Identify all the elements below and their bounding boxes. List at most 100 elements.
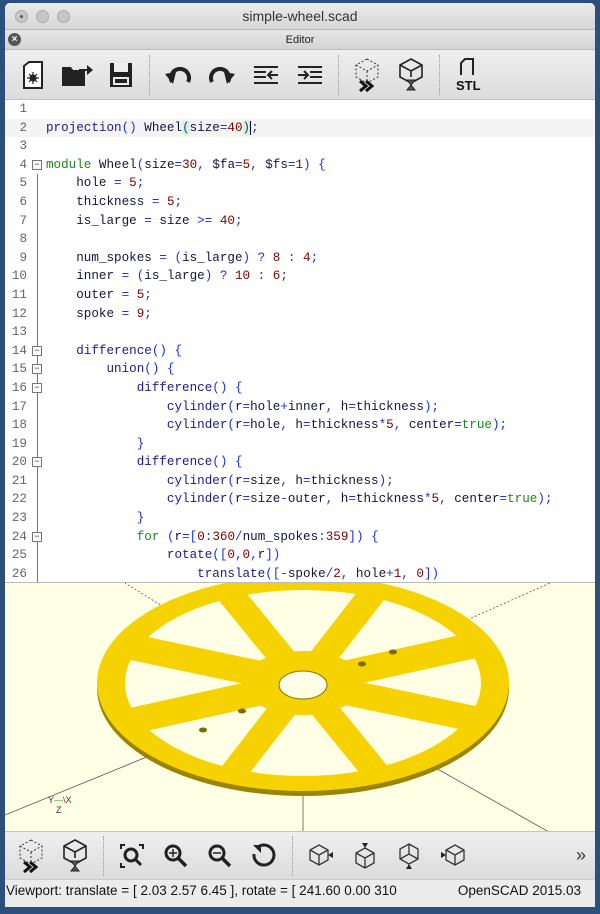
view-left-button[interactable] bbox=[431, 836, 475, 876]
code-line[interactable]: 14− difference() { bbox=[5, 341, 595, 361]
view-toolbar: » bbox=[5, 831, 595, 879]
code-line[interactable]: 1 bbox=[5, 100, 595, 119]
line-number: 3 bbox=[19, 139, 27, 154]
code-line[interactable]: 11 outer = 5; bbox=[5, 285, 595, 305]
unindent-button[interactable] bbox=[244, 55, 288, 95]
toolbar-separator bbox=[338, 54, 339, 95]
code-line[interactable]: 12 spoke = 9; bbox=[5, 304, 595, 324]
view-bottom-button[interactable] bbox=[387, 836, 431, 876]
code-text: difference() { bbox=[136, 380, 243, 395]
fold-toggle-icon[interactable]: − bbox=[32, 345, 42, 356]
view-top-button[interactable] bbox=[343, 836, 387, 876]
zoom-out-button[interactable] bbox=[198, 836, 242, 876]
line-number: 22 bbox=[11, 492, 27, 507]
new-file-button[interactable] bbox=[11, 55, 55, 95]
close-dock-icon[interactable]: × bbox=[8, 33, 21, 46]
code-line[interactable]: 13 bbox=[5, 323, 595, 342]
code-line[interactable]: 19 } bbox=[5, 434, 595, 454]
open-file-button[interactable] bbox=[55, 55, 99, 95]
code-line[interactable]: 24− for (r=[0:360/num_spokes:359]) { bbox=[5, 527, 595, 547]
redo-button[interactable] bbox=[200, 55, 244, 95]
code-line[interactable]: 23 } bbox=[5, 509, 595, 528]
code-text: union() { bbox=[106, 362, 175, 377]
code-line[interactable]: 25 rotate([0,0,r]) bbox=[5, 546, 595, 565]
save-button[interactable] bbox=[99, 55, 143, 95]
code-text: outer = 5; bbox=[46, 287, 152, 302]
export-stl-button[interactable]: STL bbox=[446, 55, 490, 95]
code-line[interactable]: 7 is_large = size >= 40; bbox=[5, 211, 595, 231]
preview-button[interactable] bbox=[345, 55, 389, 95]
line-number: 20 bbox=[11, 455, 27, 470]
code-line[interactable]: 18 cylinder(r=hole, h=thickness*5, cente… bbox=[5, 416, 595, 435]
code-text: difference() { bbox=[76, 343, 183, 358]
fold-toggle-icon[interactable]: − bbox=[32, 364, 42, 375]
code-line[interactable]: 5 hole = 5; bbox=[5, 174, 595, 193]
code-line[interactable]: 4− module Wheel(size=30, $fa=5, $fs=1) { bbox=[5, 156, 595, 175]
window-controls bbox=[15, 10, 70, 23]
toolbar-separator bbox=[149, 54, 150, 95]
view-render-button[interactable] bbox=[53, 836, 97, 876]
view-right-icon bbox=[309, 843, 333, 866]
zoom-window-button[interactable] bbox=[57, 10, 70, 23]
code-line[interactable]: 6 thickness = 5; bbox=[5, 192, 595, 212]
fold-toggle-icon[interactable]: − bbox=[32, 531, 42, 542]
code-text: cylinder(r=hole, h=thickness*5, center=t… bbox=[166, 418, 508, 433]
fold-guide bbox=[37, 564, 38, 582]
view-top-icon bbox=[355, 842, 375, 869]
close-window-button[interactable] bbox=[15, 10, 28, 23]
fold-guide bbox=[37, 230, 38, 249]
code-line[interactable]: 17 cylinder(r=hole+inner, h=thickness); bbox=[5, 397, 595, 417]
toolbar-separator bbox=[103, 835, 104, 876]
code-line[interactable]: 8 bbox=[5, 230, 595, 249]
line-number: 6 bbox=[19, 194, 27, 209]
code-line[interactable]: 16− difference() { bbox=[5, 378, 595, 398]
minimize-window-button[interactable] bbox=[36, 10, 49, 23]
view-left-icon bbox=[441, 843, 465, 866]
fold-guide bbox=[37, 304, 38, 324]
code-line[interactable]: 20− difference() { bbox=[5, 453, 595, 472]
fold-guide bbox=[37, 192, 38, 212]
fold-guide bbox=[37, 509, 38, 528]
overflow-chevron-icon[interactable]: » bbox=[567, 836, 595, 876]
code-text: difference() { bbox=[136, 455, 243, 470]
view-bottom-icon bbox=[399, 842, 419, 869]
zoom-in-button[interactable] bbox=[154, 836, 198, 876]
code-line[interactable]: 21 cylinder(r=size, h=thickness); bbox=[5, 471, 595, 491]
fold-toggle-icon[interactable]: − bbox=[32, 457, 42, 468]
fold-guide bbox=[37, 490, 38, 510]
line-number: 10 bbox=[11, 269, 27, 284]
indent-button[interactable] bbox=[288, 55, 332, 95]
code-line[interactable]: 26 translate([-spoke/2, hole+1, 0]) bbox=[5, 564, 595, 582]
render-button[interactable] bbox=[389, 55, 433, 95]
3d-viewport[interactable]: Y X Y—\X Z bbox=[5, 583, 595, 831]
code-editor[interactable]: 1 2 projection() Wheel(size=40); 3 4− module … bbox=[5, 100, 595, 583]
line-number: 24 bbox=[11, 529, 27, 544]
code-text: hole = 5; bbox=[46, 176, 145, 191]
code-line[interactable]: 2 projection() Wheel(size=40); bbox=[5, 118, 595, 138]
view-all-button[interactable] bbox=[110, 836, 154, 876]
code-line[interactable]: 9 num_spokes = (is_large) ? 8 : 4; bbox=[5, 248, 595, 268]
fold-toggle-icon[interactable]: − bbox=[32, 382, 42, 393]
line-number: 9 bbox=[19, 250, 27, 265]
code-line[interactable]: 3 bbox=[5, 137, 595, 156]
undo-button[interactable] bbox=[156, 55, 200, 95]
fold-guide bbox=[37, 397, 38, 417]
code-line[interactable]: 22 cylinder(r=size-outer, h=thickness*5,… bbox=[5, 490, 595, 510]
title-bar: simple-wheel.scad bbox=[5, 3, 595, 30]
view-right-button[interactable] bbox=[299, 836, 343, 876]
window-title: simple-wheel.scad bbox=[242, 8, 358, 24]
code-text: cylinder(r=hole+inner, h=thickness); bbox=[166, 399, 440, 414]
status-bar: Viewport: translate = [ 2.03 2.57 6.45 ]… bbox=[5, 879, 595, 907]
open-folder-icon bbox=[62, 64, 93, 86]
wheel-model bbox=[97, 583, 509, 796]
preview-icon bbox=[19, 838, 43, 873]
line-number: 7 bbox=[19, 213, 27, 228]
line-number: 21 bbox=[11, 473, 27, 488]
view-preview-button[interactable] bbox=[9, 836, 53, 876]
code-line[interactable]: 15− union() { bbox=[5, 360, 595, 379]
fold-toggle-icon[interactable]: − bbox=[32, 159, 42, 170]
line-number: 4 bbox=[19, 157, 27, 172]
render-canvas: Y X bbox=[5, 583, 551, 831]
reset-view-button[interactable] bbox=[242, 836, 286, 876]
code-line[interactable]: 10 inner = (is_large) ? 10 : 6; bbox=[5, 267, 595, 286]
